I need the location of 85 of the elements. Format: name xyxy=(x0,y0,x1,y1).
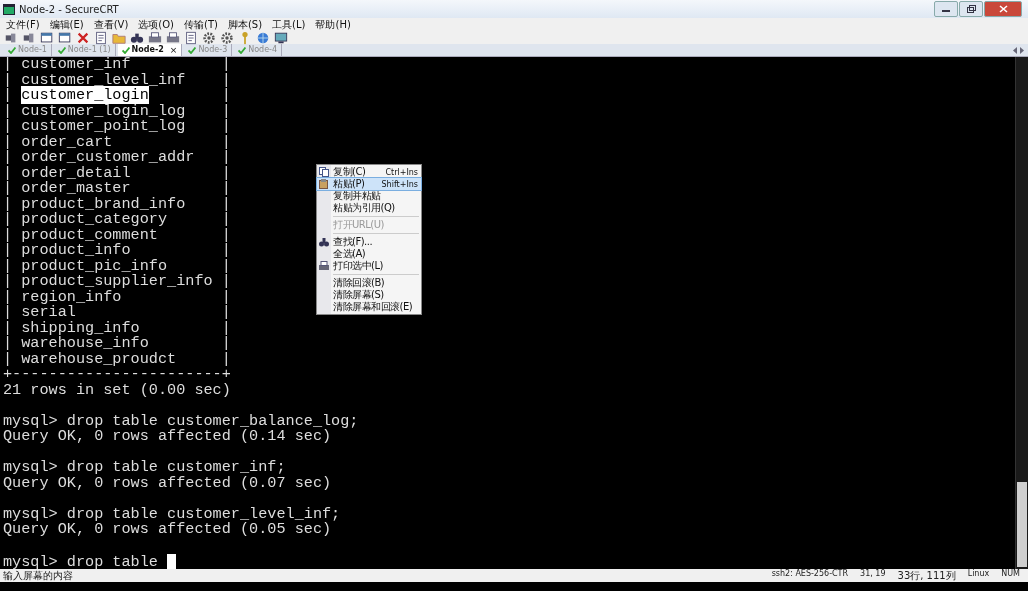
terminal-line: | shipping_info | xyxy=(3,320,231,337)
terminal-line: | product_category | xyxy=(3,212,231,228)
menu-item[interactable]: 编辑(E) xyxy=(49,18,84,31)
menu-item[interactable]: 清除屏幕和回滚(E) xyxy=(317,301,421,313)
monitor-icon[interactable] xyxy=(274,30,288,45)
terminal-line: 21 rows in set (0.00 sec) xyxy=(3,382,231,399)
window-icon[interactable] xyxy=(40,30,54,45)
terminal-line: | region_info | xyxy=(3,289,231,306)
gear-icon[interactable] xyxy=(220,30,234,45)
terminal-line: Query OK, 0 rows affected (0.14 sec) xyxy=(3,429,332,445)
session-tab[interactable]: Node-2 × xyxy=(117,44,183,56)
terminal-line: | product_pic_info | xyxy=(3,258,231,275)
terminal-line: | product_supplier_info | xyxy=(3,274,231,290)
menu-item[interactable]: 选项(O) xyxy=(138,18,175,31)
terminal-line: | product_info | xyxy=(3,243,231,259)
check-icon xyxy=(8,46,16,54)
menu-item[interactable]: 复制并粘贴 xyxy=(317,190,421,202)
terminal-line: | order_cart | xyxy=(3,134,231,151)
cross-icon[interactable] xyxy=(76,30,90,45)
status-keys: NUM xyxy=(1001,568,1020,583)
status-position: 31, 19 xyxy=(860,568,886,580)
menu-item[interactable]: 清除屏幕(S) xyxy=(317,289,421,301)
document-icon[interactable] xyxy=(184,30,198,45)
status-message: 输入屏幕的内容 xyxy=(3,569,73,583)
terminal-line: mysql> drop table xyxy=(3,552,159,571)
terminal-line: | warehouse_info | xyxy=(3,336,231,352)
window-title: Node-2 - SecureCRT xyxy=(19,3,119,15)
globe-icon[interactable] xyxy=(256,30,270,45)
menu-item[interactable]: 打印选中(L) xyxy=(317,260,421,272)
menu-item[interactable]: 全选(A) xyxy=(317,248,421,260)
clipboard-icon xyxy=(319,179,329,189)
terminal-line: mysql> drop table customer_inf; xyxy=(3,460,286,476)
printer-icon[interactable] xyxy=(148,30,162,45)
menu-item[interactable]: 清除回滚(B) xyxy=(317,277,421,289)
check-icon xyxy=(238,46,247,54)
terminal-line: | customer_login_log | xyxy=(3,103,231,120)
terminal-line: | product_comment | xyxy=(3,227,231,244)
menu-item[interactable]: 工具(L) xyxy=(272,18,306,31)
close-icon xyxy=(998,5,1008,13)
printer-icon xyxy=(319,261,329,271)
restore-icon xyxy=(966,5,976,13)
scroll-left-icon[interactable] xyxy=(1013,46,1017,54)
status-size: 33行, 111列 xyxy=(897,568,956,583)
terminal-line: | warehouse_proudct | xyxy=(3,351,231,368)
window-icon[interactable] xyxy=(58,30,72,45)
terminal-line: | product_brand_info | xyxy=(3,196,231,213)
scrollbar-thumb[interactable] xyxy=(1017,482,1027,567)
tab-close-button[interactable]: × xyxy=(169,44,178,56)
printer-icon[interactable] xyxy=(166,30,180,45)
document-icon[interactable] xyxy=(94,30,108,45)
close-button[interactable] xyxy=(984,1,1022,17)
binoculars-icon xyxy=(319,237,329,247)
copy-icon xyxy=(319,167,329,177)
terminal-line: mysql> drop table customer_level_inf; xyxy=(3,506,341,523)
terminal-line: Query OK, 0 rows affected (0.05 sec) xyxy=(3,522,332,538)
terminal-line: | customer_inf | xyxy=(3,57,231,73)
terminal-line: +-----------------------+ xyxy=(3,367,231,383)
terminal-line: | order_master | xyxy=(3,181,231,197)
menu-item[interactable]: 复制(C) Ctrl+Ins xyxy=(317,166,421,178)
gear-icon[interactable] xyxy=(202,30,216,45)
check-icon xyxy=(188,46,197,54)
terminal-line: Query OK, 0 rows affected (0.07 sec) xyxy=(3,475,332,492)
terminal-line: | customer_level_inf | xyxy=(3,72,231,89)
terminal-line: | order_detail | xyxy=(3,165,231,182)
terminal-line: | order_customer_addr | xyxy=(3,150,231,166)
check-icon xyxy=(121,46,130,54)
terminal-line: mysql> drop table customer_balance_log; xyxy=(3,413,359,430)
menu-item[interactable]: 脚本(S) xyxy=(227,18,263,31)
menu-item[interactable]: 粘贴为引用(Q) xyxy=(317,202,421,214)
restore-button[interactable] xyxy=(959,1,983,17)
status-cipher: ssh2: AES-256-CTR xyxy=(771,568,849,580)
terminal-line: | customer_point_log | xyxy=(3,119,231,135)
terminal-line: | serial | xyxy=(3,305,231,321)
scrollbar[interactable] xyxy=(1015,57,1028,569)
status-os: Linux xyxy=(967,568,990,580)
menu-item[interactable]: 粘贴(P) Shift+Ins xyxy=(317,178,421,190)
menu-item[interactable]: 文件(F) xyxy=(6,18,40,31)
menu-item[interactable]: 查找(F)... xyxy=(317,236,421,248)
menu-item[interactable]: 查看(V) xyxy=(93,18,129,31)
menu-item[interactable]: 帮助(H) xyxy=(315,18,351,31)
check-icon xyxy=(57,46,66,54)
minimize-button[interactable] xyxy=(934,1,958,17)
app-icon xyxy=(3,3,15,15)
menu-item[interactable]: 传输(T) xyxy=(184,18,218,31)
scroll-right-icon[interactable] xyxy=(1020,46,1024,54)
